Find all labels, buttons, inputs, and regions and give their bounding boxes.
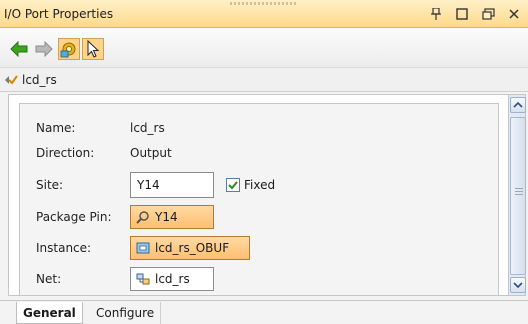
- package-pin-row: Package Pin: Y14: [36, 204, 214, 230]
- cell-icon: [136, 242, 150, 254]
- name-label: Name:: [36, 121, 76, 135]
- breadcrumb: lcd_rs: [0, 68, 528, 92]
- maximize-icon[interactable]: [452, 5, 472, 23]
- title-bar: I/O Port Properties: [0, 0, 528, 28]
- checkmark-icon: [228, 181, 238, 190]
- cursor-icon: [87, 40, 100, 58]
- net-row: Net: lcd_rs: [36, 266, 214, 292]
- direction-row: Direction: Output: [36, 141, 172, 165]
- auto-update-button[interactable]: [58, 38, 80, 60]
- checkmark-arrow-icon: [5, 74, 18, 85]
- properties-scroll-area: Name: lcd_rs Direction: Output Site: Y14…: [8, 94, 508, 296]
- name-row: Name: lcd_rs: [36, 116, 165, 140]
- close-icon[interactable]: [504, 5, 524, 23]
- forward-button[interactable]: [33, 38, 55, 60]
- chevron-up-icon: [513, 102, 523, 108]
- site-label: Site:: [36, 178, 64, 192]
- pin-icon[interactable]: [426, 5, 446, 23]
- fixed-checkbox[interactable]: Fixed: [226, 178, 275, 192]
- scroll-up-button[interactable]: [510, 97, 526, 113]
- breadcrumb-label: lcd_rs: [22, 72, 57, 87]
- chevron-down-icon: [513, 282, 523, 288]
- forward-arrow-icon: [35, 41, 53, 57]
- tab-general[interactable]: General: [16, 302, 83, 324]
- package-pin-link[interactable]: Y14: [130, 205, 214, 229]
- magnifier-icon: [136, 211, 149, 224]
- window-controls: [426, 5, 524, 23]
- net-icon: [136, 273, 150, 285]
- tab-configure-label: Configure: [96, 306, 155, 320]
- name-value: lcd_rs: [130, 121, 165, 135]
- tab-configure[interactable]: Configure: [90, 302, 162, 324]
- instance-value: lcd_rs_OBUF: [155, 241, 230, 255]
- window-title: I/O Port Properties: [4, 7, 114, 21]
- tab-general-label: General: [23, 305, 76, 320]
- package-pin-value: Y14: [155, 210, 178, 224]
- gear-icon: [60, 42, 76, 58]
- back-arrow-icon: [10, 41, 28, 57]
- drag-grip[interactable]: [230, 2, 298, 5]
- scroll-down-button[interactable]: [510, 277, 526, 293]
- site-value: Y14: [137, 178, 160, 192]
- restore-icon[interactable]: [478, 5, 498, 23]
- fixed-label: Fixed: [244, 178, 276, 192]
- package-pin-label: Package Pin:: [36, 210, 112, 224]
- select-button[interactable]: [82, 38, 104, 60]
- back-button[interactable]: [8, 38, 30, 60]
- direction-value: Output: [130, 146, 172, 160]
- thumb-grip: [515, 188, 523, 196]
- site-input[interactable]: Y14: [130, 172, 214, 198]
- vertical-scrollbar[interactable]: [508, 94, 526, 296]
- properties-panel: Name: lcd_rs Direction: Output Site: Y14…: [19, 103, 499, 295]
- toolbar: [0, 28, 528, 68]
- instance-label: Instance:: [36, 241, 92, 255]
- net-label: Net:: [36, 272, 62, 286]
- instance-link[interactable]: lcd_rs_OBUF: [130, 236, 250, 260]
- instance-row: Instance: lcd_rs_OBUF: [36, 235, 250, 261]
- site-row: Site: Y14 Fixed: [36, 171, 275, 199]
- net-value: lcd_rs: [155, 272, 190, 286]
- fixed-check-box[interactable]: [226, 178, 240, 192]
- net-link[interactable]: lcd_rs: [130, 267, 214, 291]
- tab-bar: General Configure: [0, 300, 528, 324]
- scroll-thumb[interactable]: [510, 117, 526, 275]
- direction-label: Direction:: [36, 146, 95, 160]
